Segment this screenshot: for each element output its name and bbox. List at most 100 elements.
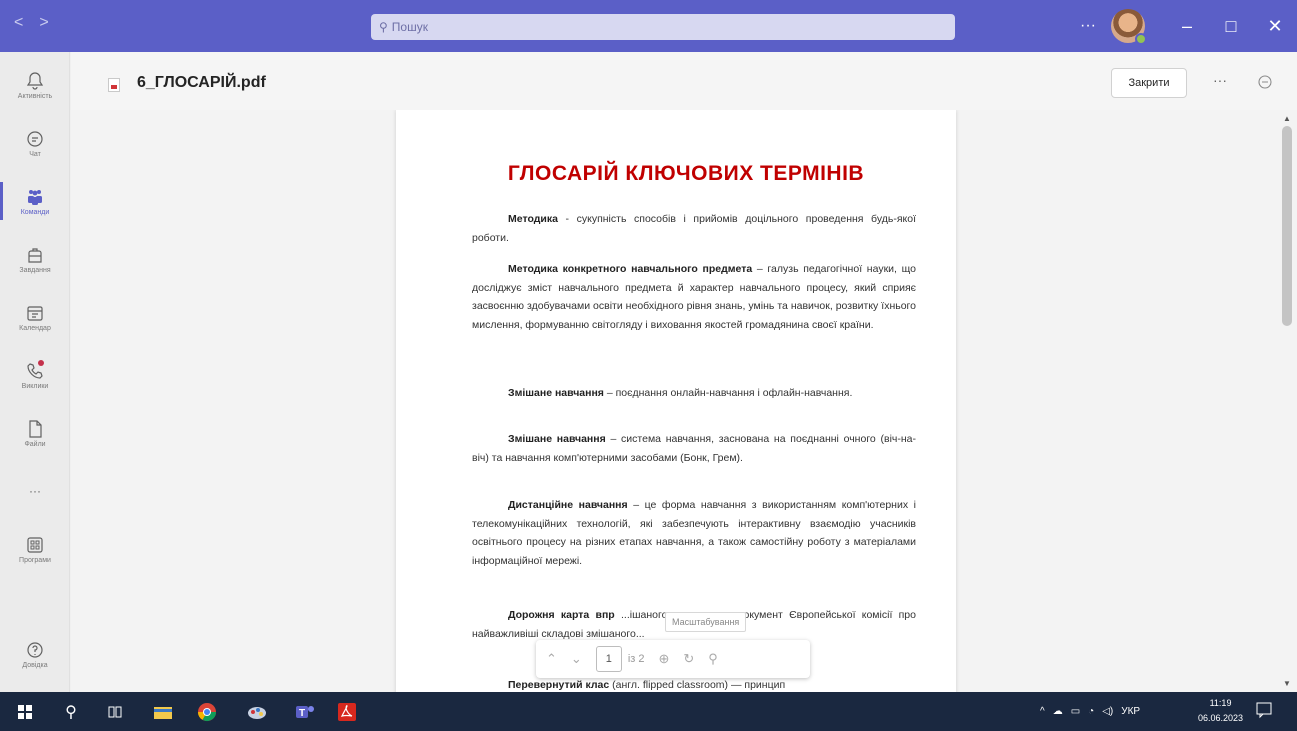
battery-icon[interactable]: ▭: [1071, 706, 1080, 717]
glossary-entry: Методика - сукупність способів і прийомі…: [472, 210, 916, 247]
svg-text:T: T: [299, 708, 305, 719]
rail-label-teams: Команди: [20, 208, 50, 216]
scroll-down-arrow[interactable]: ▼: [1283, 679, 1291, 688]
glossary-entry: Змішане навчання – система навчання, зас…: [472, 430, 916, 467]
page-count-label: із 2: [627, 653, 645, 665]
notification-dot: [38, 360, 44, 366]
acrobat-icon[interactable]: [336, 701, 358, 723]
entry-term: Методика: [508, 213, 558, 225]
notifications-icon[interactable]: [1255, 701, 1275, 721]
zoom-tooltip: Масштабування: [665, 612, 747, 632]
task-view-icon[interactable]: [104, 701, 126, 723]
file-explorer-icon[interactable]: [152, 701, 174, 723]
page-number-input[interactable]: [595, 646, 622, 672]
language-indicator[interactable]: УКР: [1121, 706, 1140, 717]
rail-label-help: Довідка: [22, 662, 48, 669]
app-bar: Активність Чат Команди Завдання Календар…: [0, 52, 70, 692]
close-file-button[interactable]: Закрити: [1111, 68, 1187, 98]
show-hidden-icons-icon[interactable]: ^: [1040, 706, 1045, 717]
rail-label-calls: Виклики: [21, 382, 49, 390]
avatar[interactable]: [1111, 9, 1147, 45]
forward-button[interactable]: >: [39, 14, 48, 32]
rail-item-apps[interactable]: Програми: [0, 520, 70, 578]
scroll-up-arrow[interactable]: ▲: [1283, 114, 1291, 123]
previous-page-button[interactable]: ⌃: [546, 651, 557, 667]
rail-item-help[interactable]: Довідка: [0, 640, 70, 690]
rail-item-calendar[interactable]: Календар: [0, 288, 70, 346]
vertical-scrollbar[interactable]: ▲ ▼: [1277, 110, 1297, 692]
onedrive-icon[interactable]: ☁: [1053, 706, 1063, 717]
glossary-entry: Дистанційне навчання – це форма навчання…: [472, 496, 916, 570]
rail-item-teams[interactable]: Команди: [0, 172, 70, 230]
minimize-button[interactable]: –: [1165, 0, 1209, 52]
glossary-entry: Перевернутий клас (англ. flipped classro…: [472, 676, 916, 692]
system-tray: ^ ☁ ▭ ◔ ◁) УКР: [1040, 692, 1140, 731]
bell-icon: [26, 71, 44, 90]
pdf-toolbar: ⌃ ⌄ із 2 ⊕ ↻ ⚲: [536, 640, 810, 678]
entry-term: Змішане навчання: [508, 433, 606, 445]
entry-term: Змішане навчання: [508, 387, 604, 399]
rail-label-files: Файли: [24, 440, 46, 448]
title-bar: < > ⚲ Пошук ··· – □ ✕: [0, 0, 1297, 52]
search-placeholder: Пошук: [391, 20, 428, 34]
file-title: 6_ГЛОСАРІЙ.pdf: [137, 74, 266, 91]
clock-date: 06.06.2023: [1198, 713, 1244, 723]
more-icon: ···: [29, 484, 41, 498]
rail-item-files[interactable]: Файли: [0, 404, 70, 462]
search-in-document-icon[interactable]: ⚲: [708, 651, 718, 667]
entry-term: Дистанційне навчання: [508, 499, 628, 511]
document-title: ГЛОСАРІЙ КЛЮЧОВИХ ТЕРМІНІВ: [507, 162, 865, 185]
search-icon[interactable]: ⚲: [60, 701, 82, 723]
file-icon: [29, 419, 42, 438]
windows-taskbar: ⚲ T ^ ☁ ▭ ◔ ◁) УКР 11:19 06.06.2023: [0, 692, 1297, 731]
chrome-icon[interactable]: [196, 701, 218, 723]
file-more-options-button[interactable]: ···: [1213, 72, 1227, 88]
teams-icon: [28, 189, 42, 205]
search-icon: ⚲: [379, 20, 388, 34]
rail-label-apps: Програми: [19, 556, 51, 564]
file-header: 6_ГЛОСАРІЙ.pdf Закрити ···: [71, 52, 1297, 110]
rail-label-activity: Активність: [17, 92, 53, 100]
rail-item-chat[interactable]: Чат: [0, 114, 70, 172]
entry-definition: (англ. flipped classroom) — принцип: [609, 679, 786, 691]
wifi-icon[interactable]: ◔: [1088, 706, 1094, 717]
rotate-icon[interactable]: ↻: [683, 651, 694, 667]
scroll-thumb[interactable]: [1282, 126, 1292, 326]
back-button[interactable]: <: [14, 14, 23, 32]
conversation-icon[interactable]: [1257, 74, 1273, 90]
title-bar-controls: ··· – □ ✕: [1073, 0, 1297, 52]
apps-icon: [27, 536, 43, 553]
volume-icon[interactable]: ◁): [1102, 706, 1113, 717]
pdf-viewer: ГЛОСАРІЙ КЛЮЧОВИХ ТЕРМІНІВ Методика - су…: [71, 110, 1277, 692]
maximize-button[interactable]: □: [1209, 0, 1253, 52]
rail-item-more[interactable]: ···: [0, 462, 70, 520]
entry-term: Методика конкретного навчального предмет…: [508, 263, 753, 275]
nav-arrows: < >: [14, 14, 49, 32]
clock-time: 11:19: [1209, 698, 1232, 708]
close-window-button[interactable]: ✕: [1253, 0, 1297, 52]
teams-app-icon[interactable]: T: [294, 701, 316, 723]
rail-label-chat: Чат: [29, 150, 41, 158]
entry-term: Перевернутий клас: [508, 679, 610, 691]
glossary-entry: Змішане навчання – поєднання онлайн-навч…: [472, 384, 916, 403]
rail-label-calendar: Календар: [19, 324, 51, 332]
chat-icon: [27, 130, 43, 147]
entry-definition: – поєднання онлайн-навчання і офлайн-нав…: [603, 387, 853, 399]
clock[interactable]: 11:19 06.06.2023: [1198, 696, 1243, 726]
windows-start-icon[interactable]: [14, 701, 36, 723]
glossary-entry: Методика конкретного навчального предмет…: [472, 260, 916, 334]
calendar-icon: [27, 305, 43, 321]
backpack-icon: [28, 247, 42, 263]
rail-label-assignments: Завдання: [19, 266, 51, 274]
settings-more-button[interactable]: ···: [1073, 17, 1103, 35]
help-icon: [27, 642, 43, 658]
rail-item-calls[interactable]: Виклики: [0, 346, 70, 404]
rail-item-assignments[interactable]: Завдання: [0, 230, 70, 288]
zoom-in-icon[interactable]: ⊕: [658, 651, 669, 667]
next-page-button[interactable]: ⌄: [571, 651, 582, 667]
search-box[interactable]: ⚲ Пошук: [371, 14, 955, 40]
paint-icon[interactable]: [246, 701, 268, 723]
rail-item-activity[interactable]: Активність: [0, 56, 70, 114]
pdf-file-icon: [108, 78, 120, 92]
entry-term: Дорожня карта впр: [508, 609, 615, 621]
